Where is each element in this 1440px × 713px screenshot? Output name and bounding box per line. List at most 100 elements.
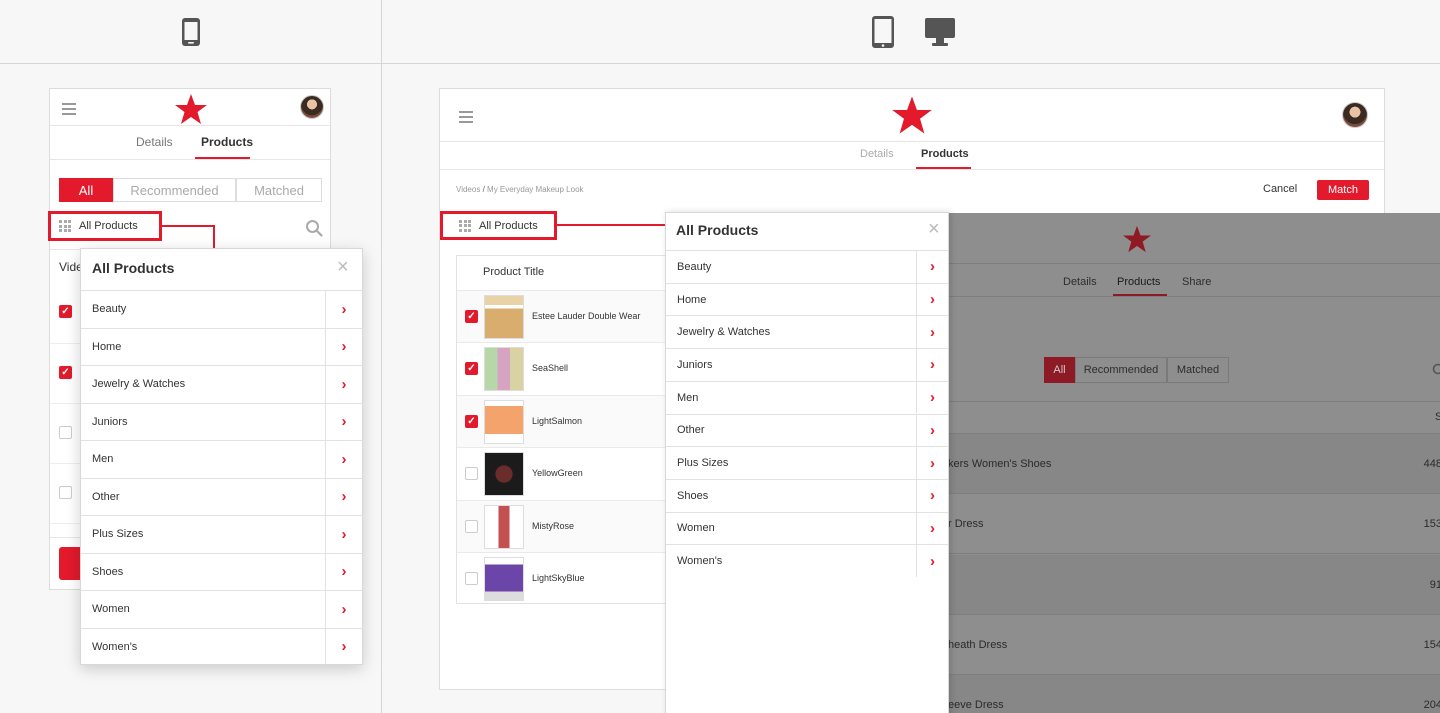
menu-icon[interactable] bbox=[459, 108, 473, 126]
chevron-right-icon[interactable]: › bbox=[916, 479, 948, 512]
filter-recommended: Recommended bbox=[1075, 357, 1167, 383]
table-row[interactable]: YellowGreen bbox=[457, 447, 670, 499]
phone-icon[interactable] bbox=[181, 17, 201, 47]
chevron-right-icon[interactable]: › bbox=[916, 512, 948, 545]
page-root: Details Products All Recommended Matched… bbox=[0, 0, 1440, 713]
chevron-right-icon[interactable]: › bbox=[916, 447, 948, 479]
row-checkbox[interactable]: ✓ bbox=[465, 414, 478, 428]
category-label: Men bbox=[92, 453, 114, 466]
tab-products[interactable]: Products bbox=[921, 148, 969, 160]
category-row[interactable]: Plus Sizes › bbox=[666, 446, 948, 479]
chevron-right-icon[interactable]: › bbox=[916, 251, 948, 283]
callout-connector bbox=[557, 224, 665, 226]
all-products-label: All Products bbox=[79, 220, 138, 232]
product-count: 204 bbox=[1423, 699, 1440, 712]
chevron-right-icon[interactable]: › bbox=[916, 349, 948, 381]
category-row[interactable]: Women's › bbox=[666, 544, 948, 577]
chevron-right-icon[interactable]: › bbox=[325, 291, 362, 328]
chevron-right-icon[interactable]: › bbox=[325, 328, 362, 365]
desktop-icon[interactable] bbox=[924, 17, 956, 47]
chevron-right-icon[interactable]: › bbox=[916, 381, 948, 414]
row-checkbox[interactable] bbox=[465, 519, 478, 533]
category-row[interactable]: Other › bbox=[81, 477, 362, 515]
chevron-right-icon[interactable]: › bbox=[325, 478, 362, 515]
chevron-right-icon[interactable]: › bbox=[325, 553, 362, 590]
category-row[interactable]: Women's › bbox=[81, 627, 362, 665]
tab-details[interactable]: Details bbox=[136, 135, 173, 149]
tab-details[interactable]: Details bbox=[860, 148, 894, 160]
chevron-right-icon[interactable]: › bbox=[325, 628, 362, 665]
category-row[interactable]: Beauty › bbox=[666, 250, 948, 283]
category-row[interactable]: Jewelry & Watches › bbox=[81, 365, 362, 403]
filter-all[interactable]: All bbox=[59, 178, 113, 202]
user-avatar[interactable] bbox=[300, 95, 324, 119]
category-row[interactable]: Juniors › bbox=[666, 348, 948, 381]
user-avatar[interactable] bbox=[1342, 102, 1368, 128]
table-row: kers Women's Shoes 448 bbox=[948, 434, 1440, 494]
all-products-button[interactable]: All Products bbox=[440, 211, 557, 240]
callout-connector bbox=[213, 225, 215, 248]
product-title: kers Women's Shoes bbox=[948, 458, 1052, 470]
category-row[interactable]: Men › bbox=[666, 380, 948, 414]
product-thumbnail bbox=[484, 399, 524, 444]
all-products-label: All Products bbox=[479, 219, 538, 232]
breadcrumb-current: My Everyday Makeup Look bbox=[487, 185, 584, 194]
row-checkbox[interactable]: ✓ bbox=[465, 310, 478, 323]
table-row[interactable]: MistyRose bbox=[457, 499, 670, 552]
menu-icon[interactable] bbox=[62, 100, 76, 118]
panel-title: All Products bbox=[92, 260, 175, 276]
tab-products[interactable]: Products bbox=[201, 135, 253, 149]
category-row[interactable]: Shoes › bbox=[666, 478, 948, 512]
row-checkbox[interactable] bbox=[59, 486, 72, 499]
category-row[interactable]: Women › bbox=[81, 590, 362, 628]
chevron-right-icon[interactable]: › bbox=[325, 403, 362, 440]
chevron-right-icon[interactable]: › bbox=[916, 545, 948, 577]
row-checkbox[interactable]: ✓ bbox=[59, 305, 72, 318]
product-count: 91 bbox=[1429, 578, 1440, 591]
table-row[interactable]: ✓ Estee Lauder Double Wear bbox=[457, 290, 670, 342]
category-row[interactable]: Men › bbox=[81, 440, 362, 478]
filter-matched[interactable]: Matched bbox=[236, 178, 322, 202]
cancel-button[interactable]: Cancel bbox=[1263, 183, 1297, 195]
chevron-right-icon[interactable]: › bbox=[325, 591, 362, 628]
product-thumbnail bbox=[484, 557, 524, 601]
table-row[interactable]: ✓ LightSalmon bbox=[457, 394, 670, 447]
chevron-right-icon[interactable]: › bbox=[325, 366, 362, 403]
category-row[interactable]: Plus Sizes › bbox=[81, 515, 362, 553]
category-row[interactable]: Juniors › bbox=[81, 402, 362, 440]
match-button[interactable]: Match bbox=[1317, 180, 1369, 200]
table-row: r Dress 153 bbox=[948, 494, 1440, 555]
category-row[interactable]: Jewelry & Watches › bbox=[666, 315, 948, 349]
table-row[interactable]: LightSkyBlue bbox=[457, 552, 670, 604]
row-checkbox[interactable]: ✓ bbox=[465, 362, 478, 376]
table-row[interactable]: ✓ SeaShell bbox=[457, 342, 670, 394]
row-checkbox[interactable] bbox=[465, 467, 478, 481]
product-title: heath Dress bbox=[948, 638, 1008, 651]
close-icon[interactable]: × bbox=[928, 219, 940, 239]
all-products-button[interactable]: All Products bbox=[48, 211, 162, 241]
chevron-right-icon[interactable]: › bbox=[325, 441, 362, 478]
row-checkbox[interactable] bbox=[465, 572, 478, 585]
tablet-icon[interactable] bbox=[871, 15, 895, 49]
column-header-product-title[interactable]: Product Title bbox=[483, 266, 544, 278]
chevron-right-icon[interactable]: › bbox=[916, 316, 948, 349]
breadcrumb-root[interactable]: Videos bbox=[456, 185, 480, 194]
row-checkbox[interactable] bbox=[59, 426, 72, 439]
table-row: heath Dress 154 bbox=[948, 615, 1440, 675]
macys-star-logo[interactable] bbox=[891, 95, 933, 140]
category-row[interactable]: Other › bbox=[666, 413, 948, 447]
category-row[interactable]: Shoes › bbox=[81, 552, 362, 590]
search-icon[interactable] bbox=[305, 219, 323, 242]
chevron-right-icon[interactable]: › bbox=[325, 516, 362, 553]
filter-recommended[interactable]: Recommended bbox=[113, 178, 236, 202]
category-row[interactable]: Beauty › bbox=[81, 290, 362, 328]
category-row[interactable]: Women › bbox=[666, 511, 948, 545]
chevron-right-icon[interactable]: › bbox=[916, 414, 948, 447]
chevron-right-icon[interactable]: › bbox=[916, 283, 948, 316]
category-row[interactable]: Home › bbox=[666, 282, 948, 316]
grid-icon bbox=[459, 219, 471, 232]
row-checkbox[interactable]: ✓ bbox=[59, 366, 72, 379]
category-row[interactable]: Home › bbox=[81, 327, 362, 365]
close-icon[interactable]: × bbox=[337, 257, 349, 277]
category-label: Shoes bbox=[677, 489, 709, 502]
